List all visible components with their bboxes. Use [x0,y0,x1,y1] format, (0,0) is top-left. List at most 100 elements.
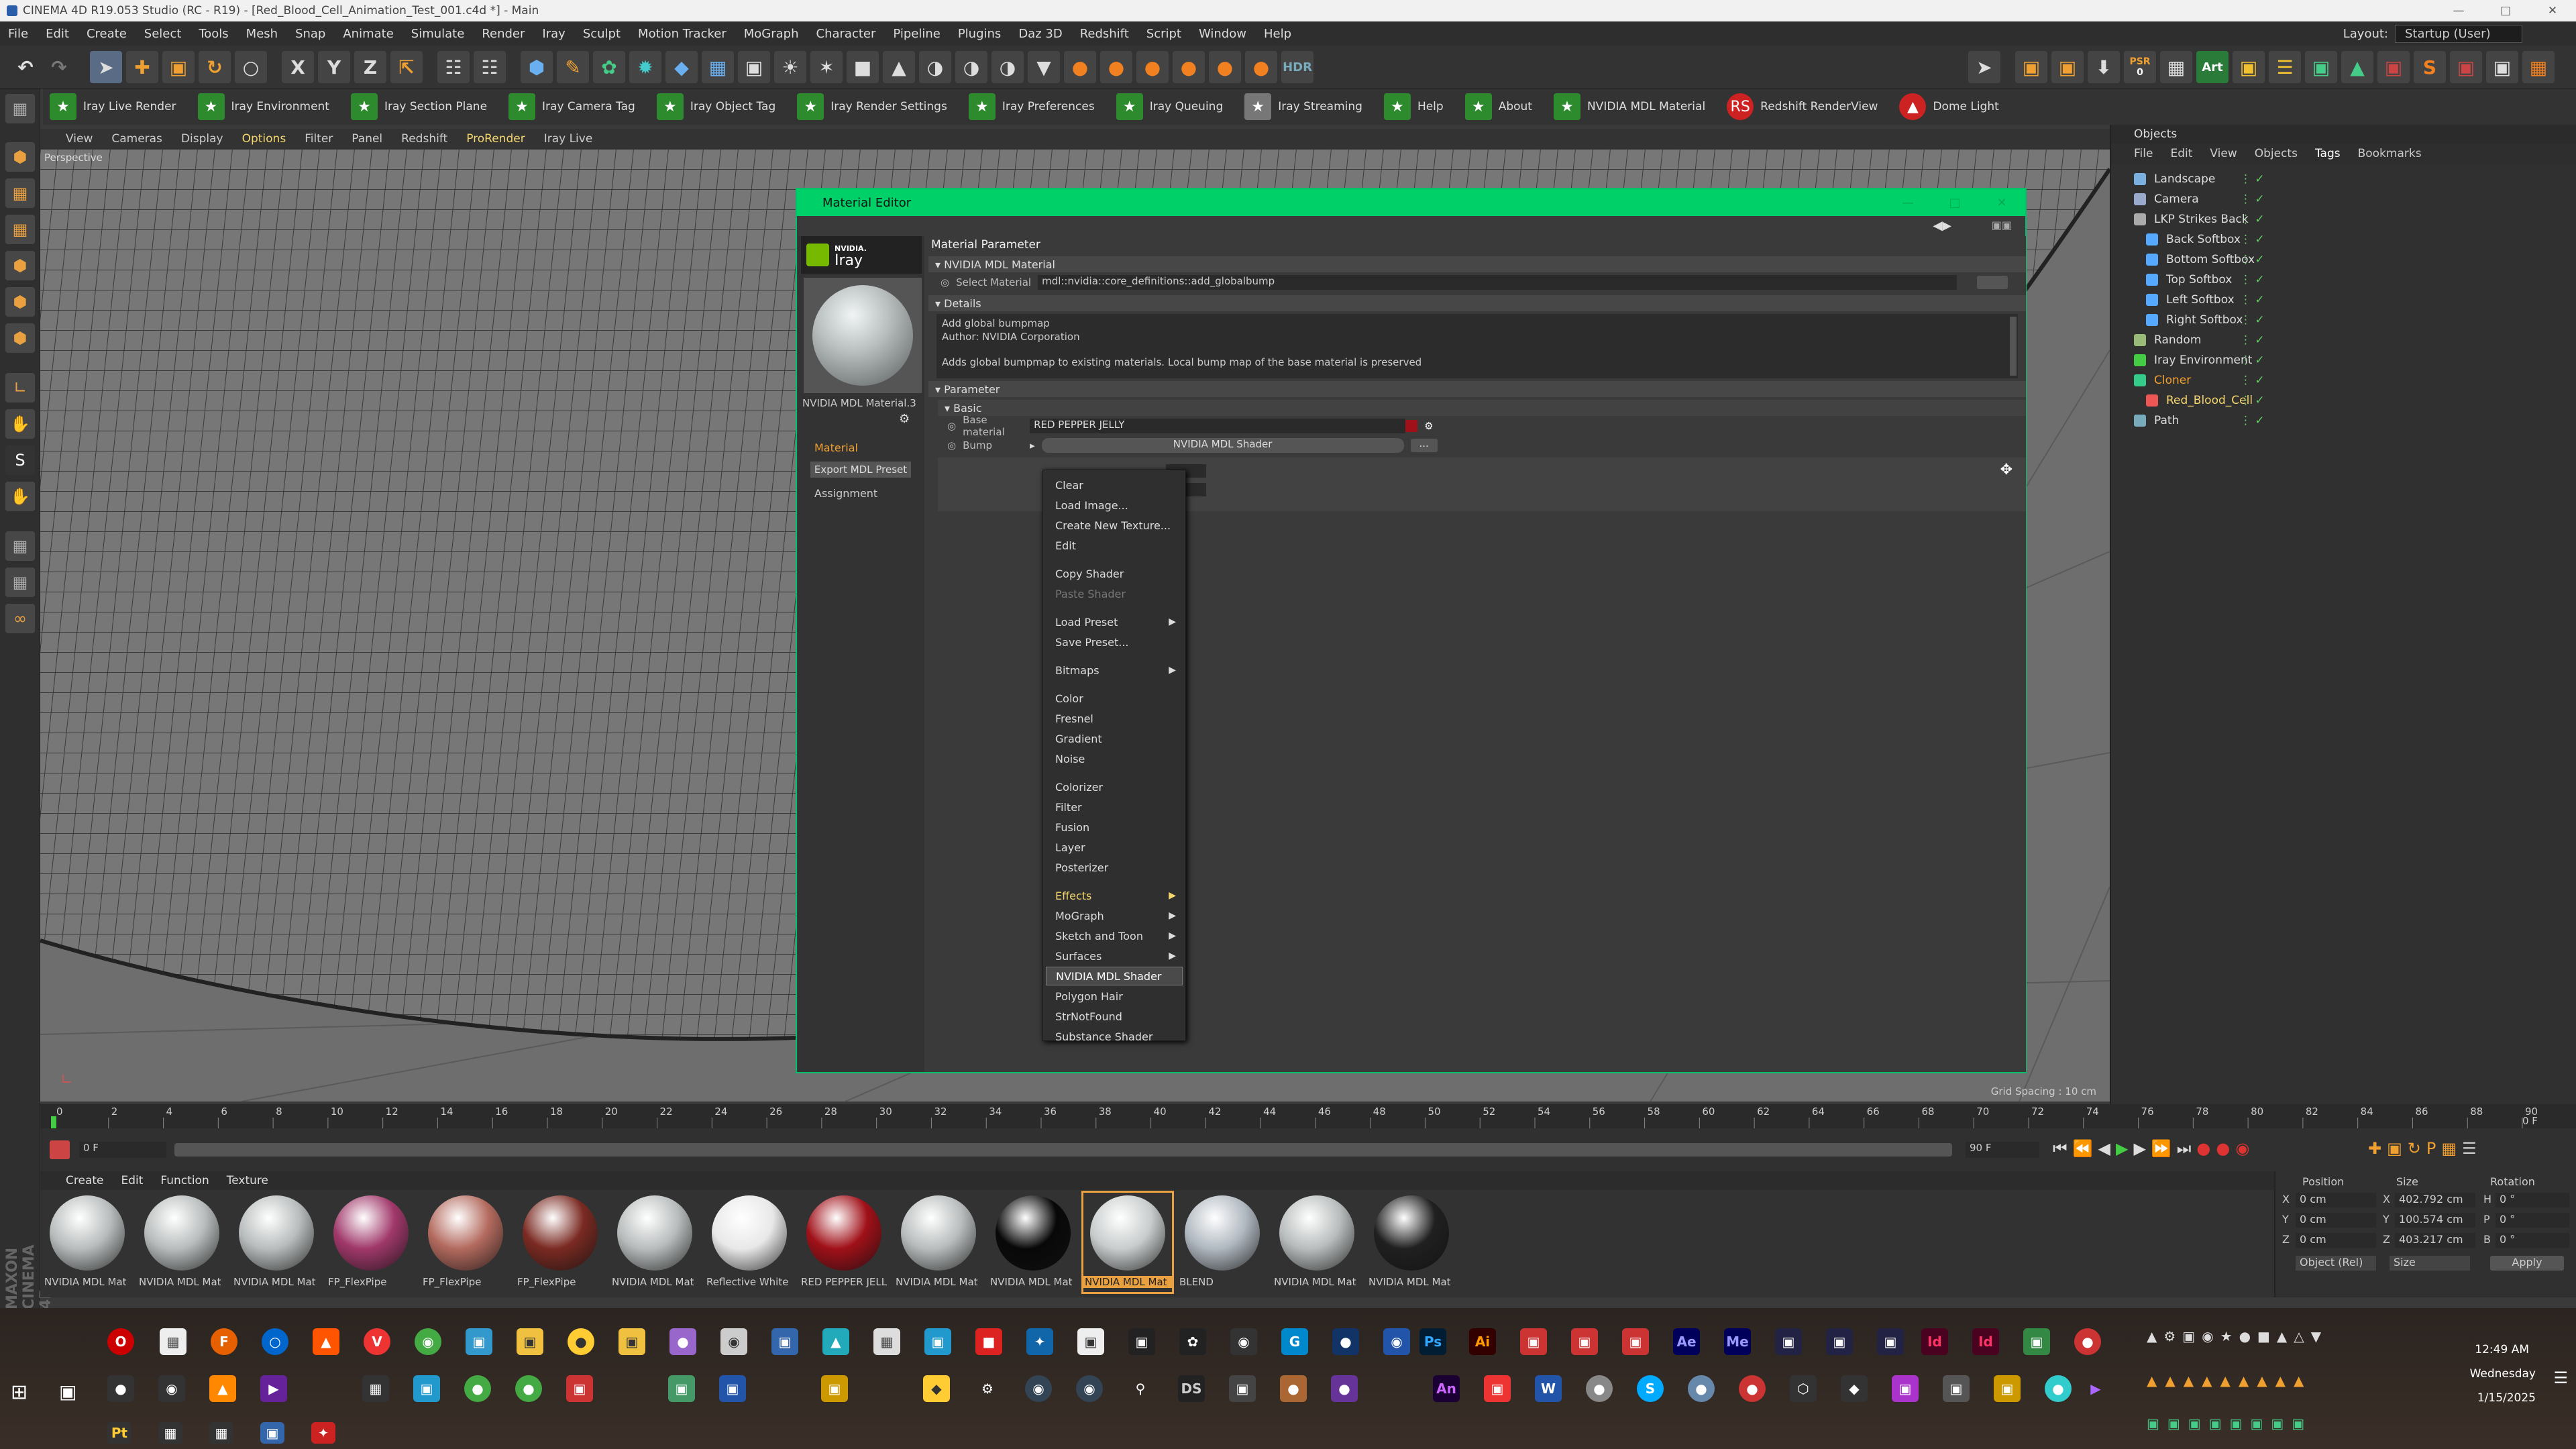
app-icon-15[interactable]: ◉ [1230,1328,1257,1355]
playhead[interactable] [51,1116,56,1128]
app-icon-13[interactable]: ▣ [1128,1328,1155,1355]
tree-icon[interactable]: ▲ [2341,51,2373,83]
floor-icon[interactable]: ▦ [702,51,734,83]
light-icon[interactable]: ☀ [774,51,806,83]
render-queue-icon[interactable]: ▣ [2450,51,2482,83]
object-row[interactable]: Red_Blood_Cell ⋮ ✓ [2111,390,2576,411]
array-icon[interactable]: ✹ [629,51,661,83]
camera-icon[interactable]: ▣ [738,51,770,83]
record-icon[interactable]: ● [2196,1139,2210,1158]
shelf-nvidia-mdl-material[interactable]: ★ NVIDIA MDL Material [1547,89,1720,125]
context-menu-item[interactable]: Sketch and Toon ▶ [1046,926,1183,945]
go-end-icon[interactable]: ⏭ [2177,1139,2192,1158]
object-name[interactable]: Top Softbox [2166,273,2232,286]
menu-daz3d[interactable]: Daz 3D [1018,27,1062,41]
material-swatch[interactable]: NVIDIA MDL Mat [1273,1193,1361,1292]
team-render-icon[interactable]: ▣ [2486,51,2518,83]
move-snap-icon[interactable]: ➤ [1968,51,2000,83]
film-icon[interactable]: ▣ [2233,51,2265,83]
task-view-icon[interactable]: ▣ [59,1381,76,1403]
material-swatch[interactable]: NVIDIA MDL Mat [1367,1193,1456,1292]
next-frame-icon[interactable]: ▶ [2133,1139,2145,1158]
bump-shader-field[interactable]: NVIDIA MDL Shader [1041,438,1404,453]
psr-button[interactable]: PSR 0 [2124,51,2156,83]
menu-mesh[interactable]: Mesh [246,27,278,41]
sphere-orange-icon-2[interactable]: ● [1100,51,1132,83]
object-row[interactable]: Back Softbox ⋮ ✓ [2111,229,2576,250]
app-icon-48[interactable]: ◆ [1841,1375,1868,1402]
rs-volume-icon[interactable]: ▼ [1028,51,1060,83]
end-frame-field[interactable]: 90 F [1966,1142,2039,1158]
scene-icon[interactable]: ▣ [2377,51,2410,83]
menu-simulate[interactable]: Simulate [411,27,465,41]
app-icon-39[interactable]: ◉ [1076,1375,1103,1402]
shelf-help[interactable]: ★ Help [1377,89,1458,125]
context-menu-item[interactable]: Fusion [1046,818,1183,837]
tray-icons-row2[interactable]: ▲▲▲▲▲▲▲▲▲ [2147,1373,2312,1389]
menu-motion-tracker[interactable]: Motion Tracker [638,27,727,41]
coord-field[interactable]: 402.792 cm [2395,1193,2475,1208]
app-icon-16[interactable]: G [1281,1328,1308,1355]
prev-frame-icon[interactable]: ◀ [2098,1139,2110,1158]
app-icon-14[interactable]: ✿ [1179,1328,1206,1355]
context-menu-item[interactable]: Save Preset... [1046,633,1183,651]
radio-icon[interactable]: ◎ [947,420,956,432]
menu-plugins[interactable]: Plugins [958,27,1001,41]
grid-icon[interactable]: ▦ [2160,51,2192,83]
next-key-icon[interactable]: ⏩ [2151,1139,2171,1158]
save-icon[interactable]: ▣ [2015,51,2047,83]
pen-icon[interactable]: ✎ [557,51,589,83]
autokey-icon[interactable]: ● [2216,1139,2230,1158]
cube-icon[interactable]: ⬢ [521,51,553,83]
s-orange-icon[interactable]: S [2414,51,2446,83]
app-icon-41[interactable]: ● [1280,1375,1307,1402]
object-name[interactable]: Path [2154,414,2179,427]
context-menu-item[interactable]: Substance Shader [1046,1027,1183,1046]
app-icon-55[interactable]: ▦ [209,1422,233,1444]
context-menu-item[interactable]: StrNotFound [1046,1007,1183,1026]
scale-tool-icon[interactable]: ▣ [162,51,195,83]
object-name[interactable]: Iray Environment [2154,354,2252,367]
app-icon-45[interactable]: ● [1688,1375,1715,1402]
minimize-button[interactable]: — [2435,0,2482,21]
workplane-icon[interactable]: ▦ [5,215,35,244]
coords-mode-dropdown[interactable]: Object (Rel) [2296,1256,2376,1271]
coordinate-system-icon[interactable]: ⇱ [390,51,423,83]
axis-mode-icon[interactable]: ∟ [5,373,35,402]
menu-select[interactable]: Select [144,27,182,41]
visibility-checks-icon[interactable]: ⋮ ✓ [2240,333,2265,347]
app-icon-12[interactable]: ▣ [1077,1328,1104,1355]
app-icon-11[interactable]: ✦ [1026,1328,1053,1355]
app-icon-22[interactable]: ▣ [1775,1328,1802,1355]
undo-icon[interactable]: ↶ [9,51,42,83]
tweak-mode-icon[interactable]: ✋ [5,409,35,439]
object-row[interactable]: Camera ⋮ ✓ [2111,189,2576,209]
visibility-checks-icon[interactable]: ⋮ ✓ [2240,414,2265,427]
coord-field[interactable]: 100.574 cm [2395,1213,2475,1228]
object-row[interactable]: Cloner ⋮ ✓ [2111,370,2576,390]
start-button[interactable]: ⊞ [11,1381,28,1404]
firefox-icon[interactable]: F [211,1328,237,1355]
obj-menu-file[interactable]: File [2134,147,2153,160]
notification-icon[interactable]: ☰ [2553,1368,2568,1387]
phototheater-icon[interactable]: Pt [107,1422,131,1444]
select-material-field[interactable]: mdl::nvidia::core_definitions::add_globa… [1038,275,1957,290]
app-icon-32[interactable]: ● [464,1375,491,1402]
material-swatch[interactable]: RED PEPPER JELL [800,1193,888,1292]
sphere-orange-icon-4[interactable]: ● [1173,51,1205,83]
shelf-iray-preferences[interactable]: ★ Iray Preferences [962,89,1110,125]
vivaldi-icon[interactable]: V [364,1328,390,1355]
download-icon[interactable]: ⬇ [2088,51,2120,83]
notepad-icon[interactable]: ▦ [160,1328,186,1355]
shelf-iray-section-plane[interactable]: ★ Iray Section Plane [344,89,502,125]
deformer-icon[interactable]: ◆ [665,51,698,83]
material-swatch[interactable]: Reflective White [705,1193,794,1292]
shelf-iray-render-settings[interactable]: ★ Iray Render Settings [790,89,962,125]
settings-icon[interactable]: ⚙ [974,1375,1001,1402]
menu-animate[interactable]: Animate [343,27,393,41]
art-button[interactable]: Art [2196,51,2229,83]
app-icon-49[interactable]: ▣ [1892,1375,1919,1402]
app-icon-51[interactable]: ▣ [1994,1375,2021,1402]
visibility-checks-icon[interactable]: ⋮ ✓ [2240,213,2265,226]
app-icon-47[interactable]: ⬡ [1790,1375,1817,1402]
